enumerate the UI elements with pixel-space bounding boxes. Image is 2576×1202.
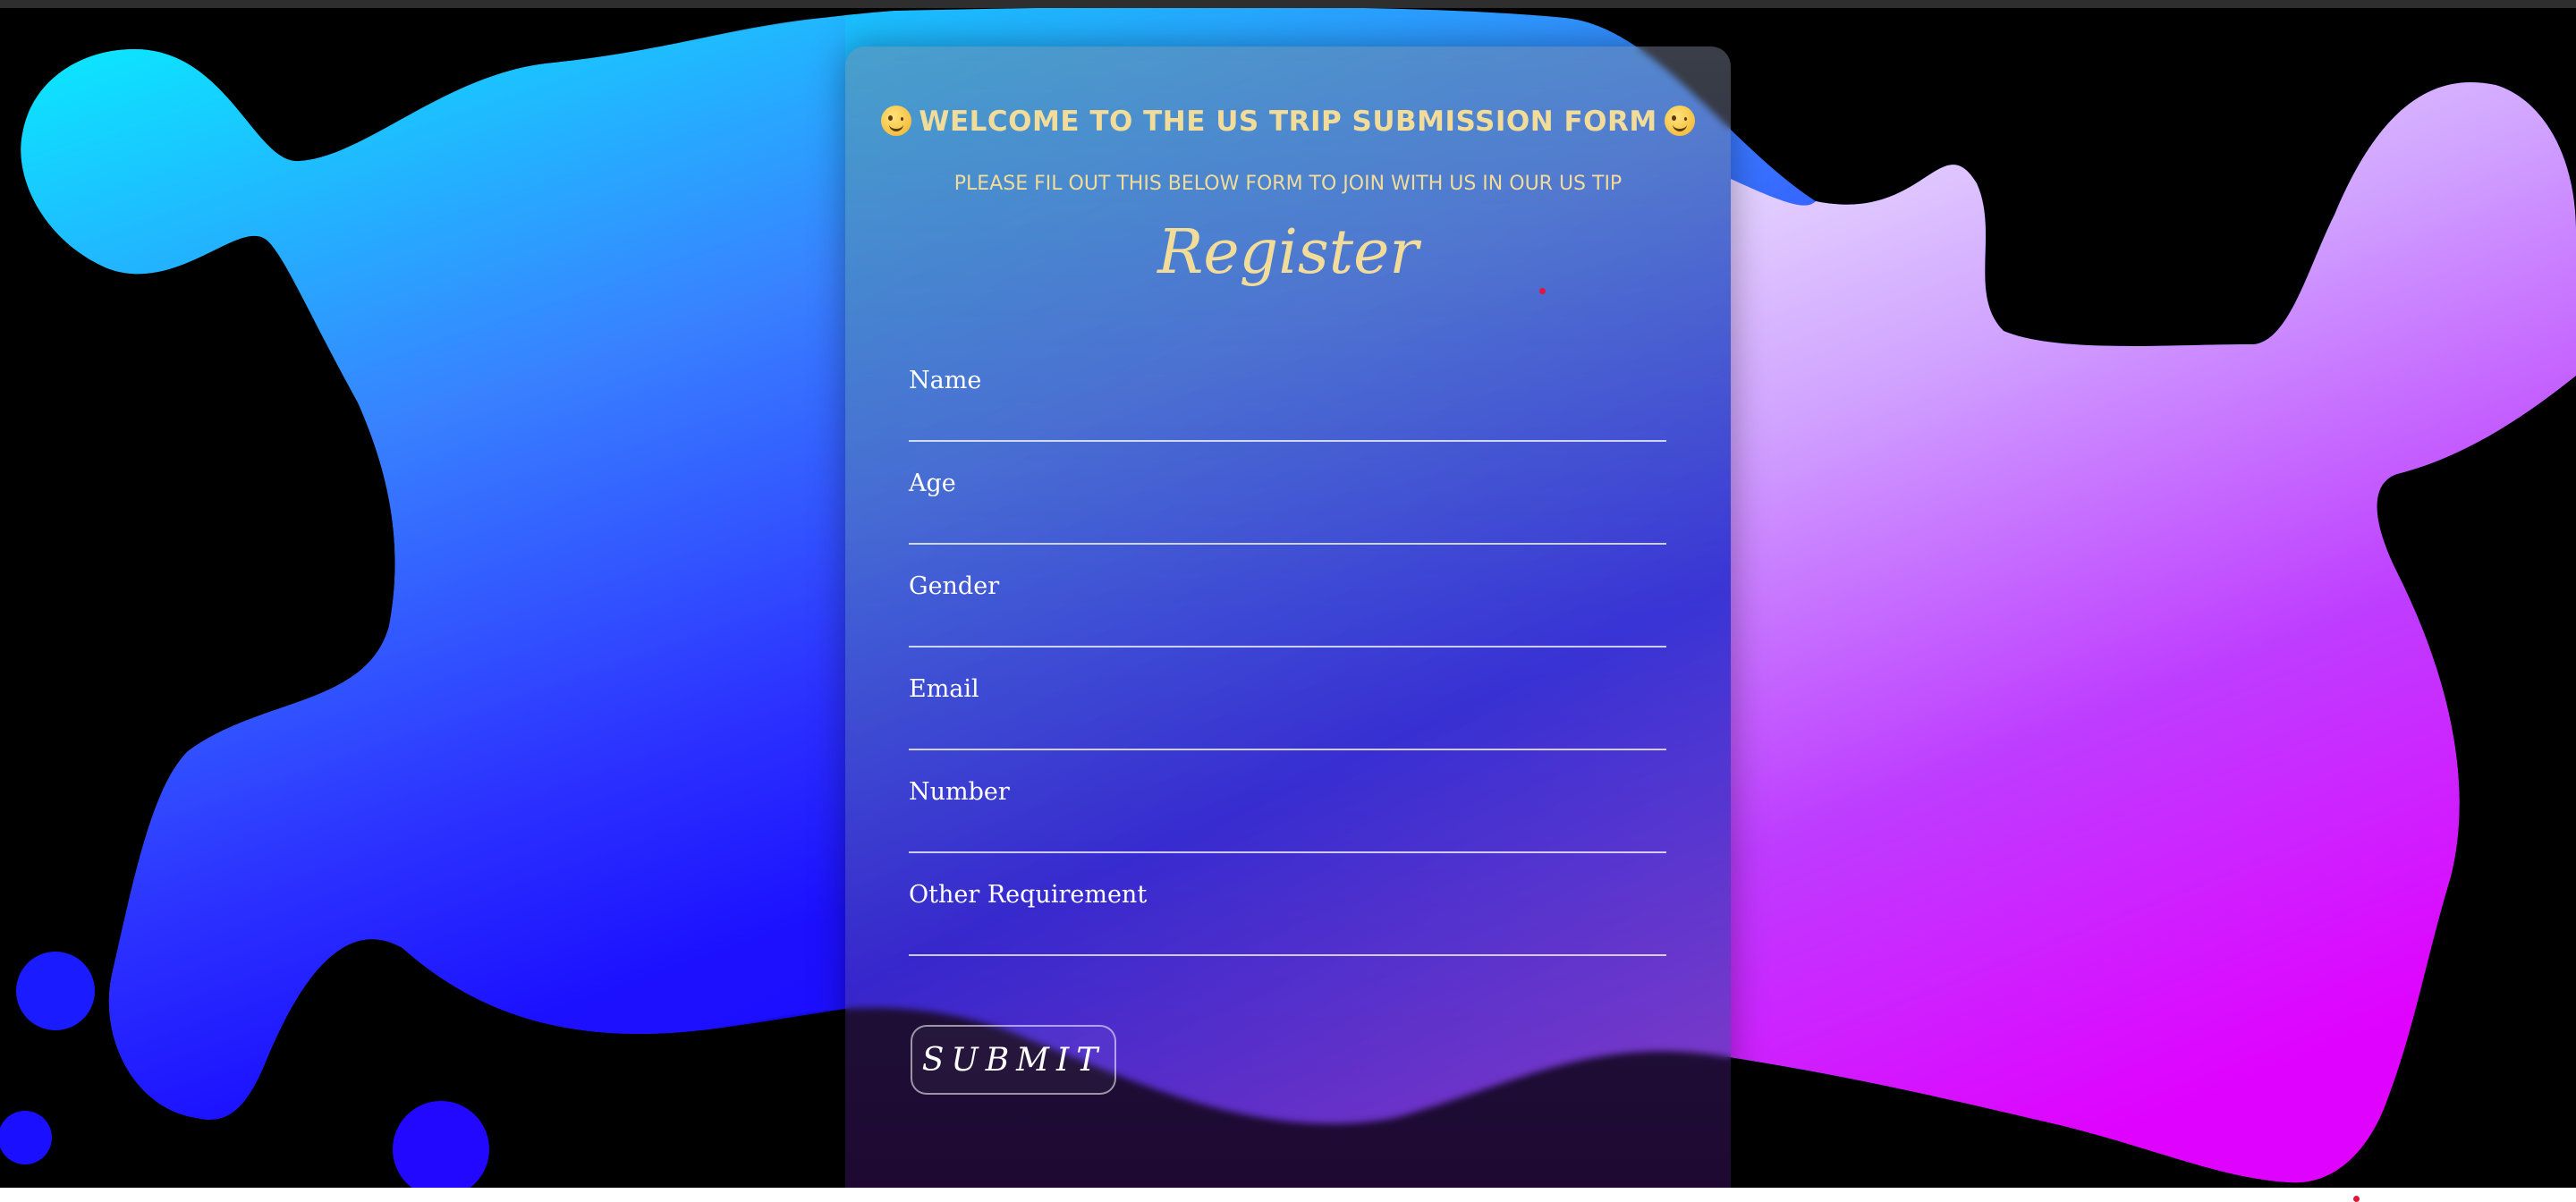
welcome-heading: WELCOME TO THE US TRIP SUBMISSION FORM (845, 106, 1731, 138)
bubble-tiny-left (0, 1111, 52, 1164)
register-title: Register (1157, 217, 1419, 288)
age-input[interactable] (909, 509, 1666, 545)
name-field: Name (909, 367, 1666, 442)
email-field: Email (909, 675, 1666, 750)
gender-label: Gender (909, 572, 1000, 600)
form-instructions: PLEASE FIL OUT THIS BELOW FORM TO JOIN W… (953, 173, 1623, 195)
number-input[interactable] (909, 817, 1666, 853)
name-label: Name (909, 367, 982, 394)
submit-button[interactable]: SUBMIT (911, 1025, 1116, 1095)
cursor-marker (1539, 288, 1546, 294)
age-field: Age (909, 470, 1666, 545)
email-input[interactable] (909, 715, 1666, 750)
age-label: Age (909, 470, 956, 497)
gender-input[interactable] (909, 612, 1666, 648)
blob-left-highlight (21, 16, 846, 1120)
welcome-heading-text: WELCOME TO THE US TRIP SUBMISSION FORM (919, 106, 1657, 138)
winking-face-icon (1664, 106, 1695, 136)
other-requirement-label: Other Requirement (909, 881, 1148, 909)
gender-field: Gender (909, 572, 1666, 648)
other-requirement-input[interactable] (909, 920, 1666, 956)
cursor-marker (2353, 1196, 2360, 1202)
number-label: Number (909, 778, 1010, 806)
name-input[interactable] (909, 406, 1666, 442)
other-requirement-field: Other Requirement (909, 881, 1666, 956)
email-label: Email (909, 675, 979, 703)
number-field: Number (909, 778, 1666, 853)
winking-face-icon (881, 106, 912, 136)
browser-top-strip (0, 0, 2576, 8)
blob-right-highlight (1731, 81, 2576, 1183)
page-bottom-strip (0, 1188, 2576, 1202)
bubble-small-left (16, 952, 95, 1030)
bubble-bottom (393, 1101, 489, 1188)
